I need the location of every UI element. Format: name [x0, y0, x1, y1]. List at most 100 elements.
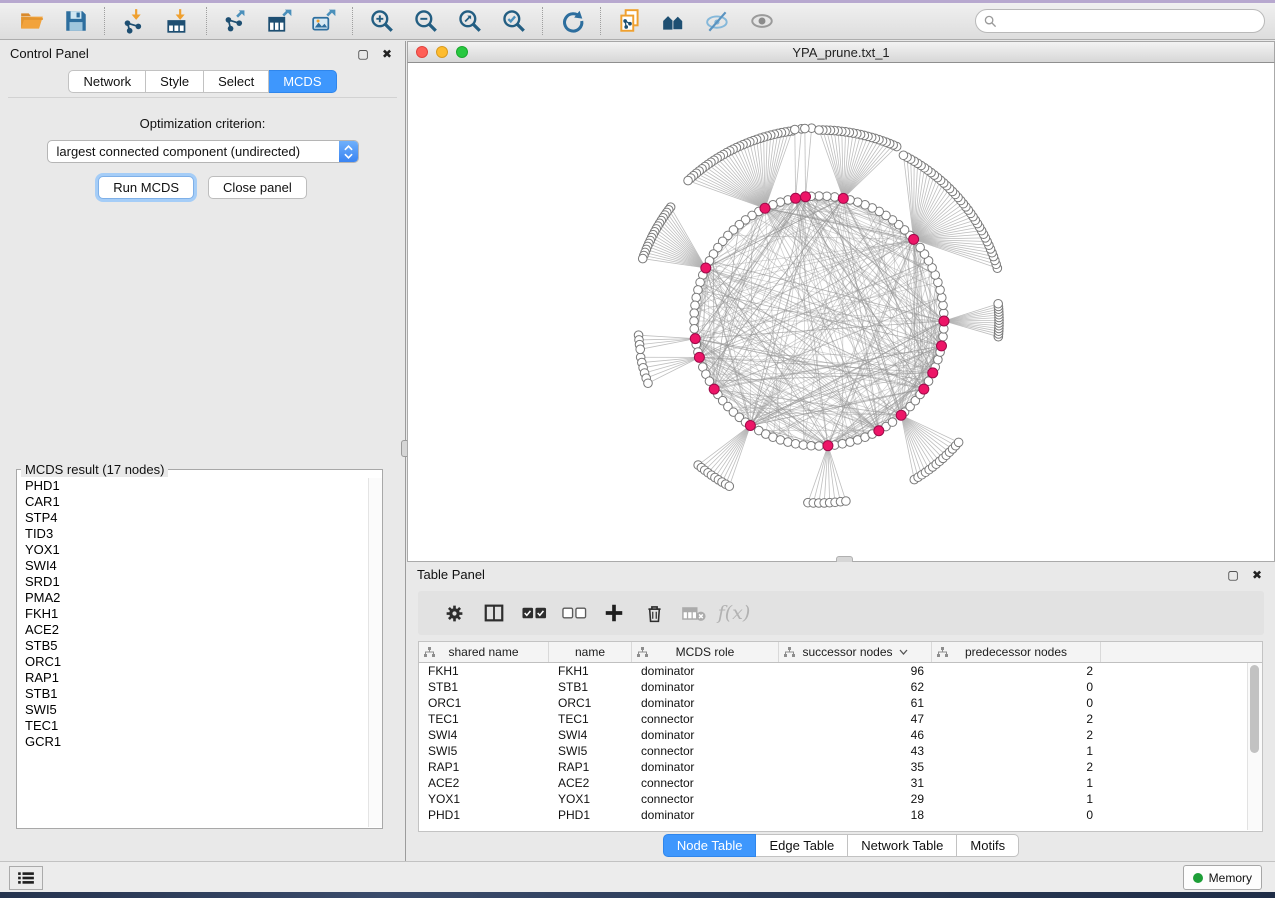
network-node[interactable]	[823, 192, 832, 201]
table-row[interactable]: ORC1ORC1dominator610	[419, 695, 1262, 711]
network-hub-node-mcds[interactable]	[791, 193, 801, 203]
network-node[interactable]	[784, 438, 793, 447]
network-node[interactable]	[815, 442, 824, 451]
table-row[interactable]: TEC1TEC1connector472	[419, 711, 1262, 727]
table-row[interactable]: RAP1RAP1dominator352	[419, 759, 1262, 775]
search-input[interactable]	[1003, 13, 1256, 29]
close-table-panel-icon[interactable]: ✖	[1249, 567, 1265, 583]
network-node[interactable]	[799, 441, 808, 450]
mcds-result-item[interactable]: STB5	[18, 638, 368, 654]
show-columns-button[interactable]	[474, 596, 514, 630]
zoom-in-button[interactable]	[367, 6, 397, 36]
table-row[interactable]: STB1STB1dominator620	[419, 679, 1262, 695]
network-node[interactable]	[937, 293, 946, 302]
network-leaf-node[interactable]	[954, 438, 963, 447]
refresh-button[interactable]	[557, 6, 587, 36]
tab-node-table[interactable]: Node Table	[663, 834, 757, 857]
import-network-button[interactable]	[119, 6, 149, 36]
tab-mcds[interactable]: MCDS	[269, 70, 336, 93]
column-settings-gear-button[interactable]	[434, 596, 474, 630]
network-node[interactable]	[807, 441, 816, 450]
float-table-panel-icon[interactable]: ▢	[1225, 567, 1241, 583]
network-leaf-node[interactable]	[994, 299, 1003, 308]
zoom-out-button[interactable]	[411, 6, 441, 36]
delete-table-button[interactable]	[674, 596, 714, 630]
network-node[interactable]	[939, 332, 948, 341]
show-all-button[interactable]	[747, 6, 777, 36]
table-row[interactable]: ACE2ACE2connector311	[419, 775, 1262, 791]
network-node[interactable]	[692, 293, 701, 302]
deselect-all-checkboxes-button[interactable]	[554, 596, 594, 630]
network-leaf-node[interactable]	[801, 124, 810, 133]
save-button[interactable]	[61, 6, 91, 36]
delete-column-button[interactable]	[634, 596, 674, 630]
mcds-result-item[interactable]: FKH1	[18, 606, 368, 622]
network-node[interactable]	[888, 418, 897, 427]
table-row[interactable]: FKH1FKH1dominator962	[419, 663, 1262, 679]
network-leaf-node[interactable]	[638, 254, 647, 263]
result-list-scrollbar[interactable]	[368, 478, 382, 827]
network-node[interactable]	[939, 301, 948, 310]
network-node[interactable]	[838, 439, 847, 448]
mcds-result-item[interactable]: PHD1	[18, 478, 368, 494]
mcds-result-item[interactable]: STB1	[18, 686, 368, 702]
add-column-button[interactable]	[594, 596, 634, 630]
mcds-result-item[interactable]: GCR1	[18, 734, 368, 750]
duplicate-network-button[interactable]	[615, 6, 645, 36]
network-hub-node-mcds[interactable]	[823, 441, 833, 451]
network-hub-node-mcds[interactable]	[874, 426, 884, 436]
network-hub-node-mcds[interactable]	[936, 341, 946, 351]
close-panel-button[interactable]: Close panel	[208, 176, 307, 199]
tab-motifs[interactable]: Motifs	[957, 834, 1019, 857]
table-row[interactable]: SWI4SWI4dominator462	[419, 727, 1262, 743]
mcds-result-item[interactable]: CAR1	[18, 494, 368, 510]
mcds-result-item[interactable]: SWI4	[18, 558, 368, 574]
first-neighbors-button[interactable]	[659, 6, 689, 36]
network-node[interactable]	[691, 301, 700, 310]
network-leaf-node[interactable]	[725, 482, 734, 491]
mcds-result-item[interactable]: RAP1	[18, 670, 368, 686]
network-graph[interactable]	[408, 63, 1274, 561]
mcds-result-item[interactable]: YOX1	[18, 542, 368, 558]
show-panels-button[interactable]	[9, 866, 43, 890]
network-hub-node-mcds[interactable]	[919, 384, 929, 394]
criterion-select[interactable]: largest connected component (undirected)	[47, 140, 359, 163]
network-leaf-node[interactable]	[815, 126, 824, 135]
memory-button[interactable]: Memory	[1183, 865, 1262, 890]
column-header-MCDS-role[interactable]: MCDS role	[632, 642, 779, 662]
zoom-fit-button[interactable]	[455, 6, 485, 36]
network-hub-node-mcds[interactable]	[939, 316, 949, 326]
import-table-button[interactable]	[163, 6, 193, 36]
tab-edge-table[interactable]: Edge Table	[756, 834, 848, 857]
table-row[interactable]: YOX1YOX1connector291	[419, 791, 1262, 807]
network-leaf-node[interactable]	[842, 497, 851, 506]
mcds-result-item[interactable]: SWI5	[18, 702, 368, 718]
network-node[interactable]	[690, 325, 699, 334]
table-row[interactable]: SWI5SWI5connector431	[419, 743, 1262, 759]
select-all-checkboxes-button[interactable]	[514, 596, 554, 630]
network-canvas[interactable]	[407, 63, 1275, 562]
network-leaf-node[interactable]	[636, 345, 645, 354]
export-image-button[interactable]	[309, 6, 339, 36]
network-hub-node-mcds[interactable]	[745, 420, 755, 430]
network-hub-node-mcds[interactable]	[896, 410, 906, 420]
network-window-titlebar[interactable]: YPA_prune.txt_1	[407, 41, 1275, 63]
table-row[interactable]: PHD1PHD1dominator180	[419, 807, 1262, 823]
network-node[interactable]	[830, 193, 839, 202]
zoom-selected-button[interactable]	[499, 6, 529, 36]
mcds-result-item[interactable]: TID3	[18, 526, 368, 542]
column-header-shared-name[interactable]: shared name	[419, 642, 549, 662]
network-hub-node-mcds[interactable]	[760, 203, 770, 213]
network-node[interactable]	[694, 286, 703, 295]
column-header-name[interactable]: name	[549, 642, 632, 662]
mcds-result-item[interactable]: ORC1	[18, 654, 368, 670]
network-node[interactable]	[690, 317, 699, 326]
network-leaf-node[interactable]	[684, 176, 693, 185]
export-network-button[interactable]	[221, 6, 251, 36]
network-leaf-node[interactable]	[791, 125, 800, 134]
tab-style[interactable]: Style	[146, 70, 204, 93]
open-file-button[interactable]	[17, 6, 47, 36]
mcds-result-item[interactable]: TEC1	[18, 718, 368, 734]
network-leaf-node[interactable]	[644, 379, 653, 388]
run-mcds-button[interactable]: Run MCDS	[98, 176, 194, 199]
